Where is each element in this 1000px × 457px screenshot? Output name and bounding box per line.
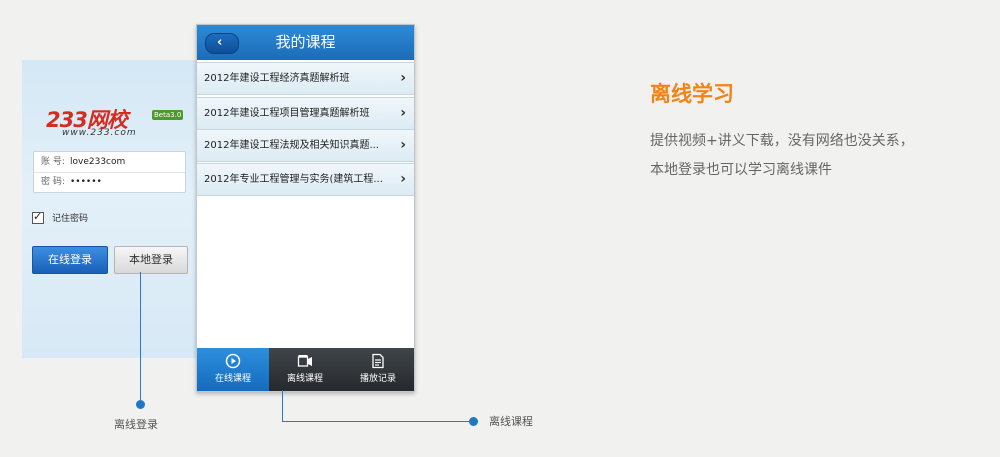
course-list-item[interactable]: 2012年建设工程项目管理真题解析班 › bbox=[197, 97, 414, 130]
online-login-button[interactable]: 在线登录 bbox=[32, 246, 108, 274]
checkbox-checked-icon[interactable] bbox=[32, 210, 44, 224]
bottom-tab-bar: 在线课程 离线课程 播放记录 bbox=[197, 348, 414, 391]
course-name: 2012年建设工程项目管理真题解析班 bbox=[204, 108, 370, 119]
brand-logo: 233网校 Beta3.0 www.233.com bbox=[46, 104, 186, 138]
tab-play-history[interactable]: 播放记录 bbox=[342, 348, 414, 391]
course-list-item[interactable]: 2012年专业工程管理与实务(建筑工程... › bbox=[197, 163, 414, 196]
course-list-item[interactable]: 2012年建设工程经济真题解析班 › bbox=[197, 62, 414, 95]
callout-line-offline-course-vertical bbox=[282, 390, 283, 422]
callout-line-offline-login bbox=[140, 272, 141, 404]
logo-url: www.233.com bbox=[62, 128, 137, 138]
login-screen: 233网校 Beta3.0 www.233.com 账 号: love233co… bbox=[22, 60, 198, 358]
version-badge: Beta3.0 bbox=[152, 110, 184, 120]
chevron-left-icon: ‹ bbox=[217, 35, 223, 50]
account-input[interactable]: love233com bbox=[70, 152, 125, 172]
back-button[interactable]: ‹ bbox=[205, 33, 239, 54]
callout-line-offline-course-horizontal bbox=[282, 421, 474, 422]
chevron-right-icon: › bbox=[400, 137, 406, 153]
login-form: 账 号: love233com 密 码: •••••• bbox=[33, 151, 186, 193]
course-name: 2012年建设工程经济真题解析班 bbox=[204, 73, 350, 84]
password-field[interactable]: 密 码: •••••• bbox=[34, 172, 185, 192]
section-title: 离线学习 bbox=[650, 82, 734, 106]
tab-label: 离线课程 bbox=[286, 374, 323, 384]
callout-label-offline-login: 离线登录 bbox=[114, 418, 158, 431]
remember-password-label: 记住密码 bbox=[52, 214, 89, 224]
section-description: 提供视频+讲义下载，没有网络也没关系，本地登录也可以学习离线课件 bbox=[650, 133, 914, 178]
account-field[interactable]: 账 号: love233com bbox=[34, 152, 185, 173]
account-label: 账 号: bbox=[41, 157, 65, 167]
tab-label: 播放记录 bbox=[359, 374, 396, 384]
my-courses-screen: 我的课程 ‹ 2012年建设工程经济真题解析班 › 2012年建设工程项目管理真… bbox=[196, 24, 415, 392]
tab-offline-courses[interactable]: 离线课程 bbox=[269, 348, 341, 391]
chevron-right-icon: › bbox=[400, 105, 406, 121]
history-icon bbox=[372, 353, 384, 369]
local-login-button[interactable]: 本地登录 bbox=[114, 246, 188, 274]
callout-dot-offline-course bbox=[469, 417, 478, 426]
tab-online-courses[interactable]: 在线课程 bbox=[197, 348, 269, 391]
remember-password[interactable]: 记住密码 bbox=[32, 210, 122, 226]
password-input[interactable]: •••••• bbox=[70, 172, 102, 192]
play-icon bbox=[225, 353, 241, 369]
password-label: 密 码: bbox=[41, 177, 65, 187]
course-name: 2012年建设工程法规及相关知识真题... bbox=[204, 140, 379, 151]
tab-label: 在线课程 bbox=[214, 374, 251, 384]
callout-dot-offline-login bbox=[136, 400, 145, 409]
chevron-right-icon: › bbox=[400, 70, 406, 86]
chevron-right-icon: › bbox=[400, 171, 406, 187]
course-list-item[interactable]: 2012年建设工程法规及相关知识真题... › bbox=[197, 129, 414, 162]
course-name: 2012年专业工程管理与实务(建筑工程... bbox=[204, 174, 383, 185]
callout-label-offline-course: 离线课程 bbox=[489, 415, 533, 428]
offline-icon bbox=[297, 355, 312, 367]
header-bar: 我的课程 ‹ bbox=[197, 25, 414, 60]
